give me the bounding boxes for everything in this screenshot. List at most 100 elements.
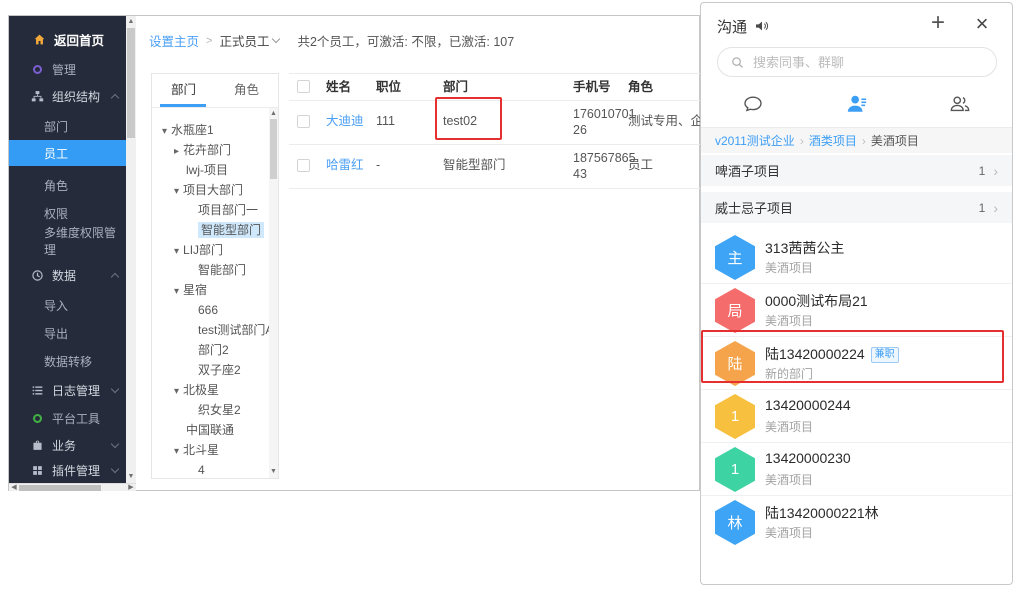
scrollbar-thumb[interactable]: [19, 485, 101, 491]
tree-node[interactable]: 666: [198, 301, 218, 319]
member-row[interactable]: 1 13420000230 美酒项目: [701, 443, 1012, 496]
sidebar-item-platform-tools[interactable]: 平台工具: [9, 405, 126, 431]
tree-node[interactable]: 部门2: [198, 341, 229, 359]
scroll-down-arrow-icon[interactable]: [269, 467, 278, 477]
table-row[interactable]: 哈雷红 - 智能型部门 18756786543 员工: [289, 144, 701, 188]
tab-department[interactable]: 部门: [152, 74, 215, 107]
sidebar-horizontal-scrollbar[interactable]: [9, 483, 136, 491]
col-header-position: 职位: [376, 74, 436, 100]
speaker-icon[interactable]: [754, 18, 770, 34]
tree-node[interactable]: 北极星: [174, 381, 219, 399]
breadcrumb-current[interactable]: 正式员工: [219, 31, 269, 50]
tree-node-selected[interactable]: 智能型部门: [198, 221, 264, 239]
scrollbar-thumb[interactable]: [270, 119, 277, 179]
sidebar-vertical-scrollbar[interactable]: [126, 16, 136, 483]
sidebar-item-home[interactable]: 返回首页: [9, 26, 126, 52]
scrollbar-thumb[interactable]: [127, 28, 135, 138]
member-dept: 美酒项目: [765, 471, 813, 488]
avatar: 主: [715, 235, 755, 280]
employee-name-link[interactable]: 大迪迪: [326, 114, 364, 128]
sidebar-item-business[interactable]: 业务: [9, 432, 126, 458]
sidebar-home-label: 返回首页: [54, 30, 104, 49]
tab-chats[interactable]: [701, 87, 805, 121]
row-checkbox[interactable]: [297, 115, 310, 128]
tree-node[interactable]: 水瓶座1: [162, 121, 214, 139]
breadcrumb-home-link[interactable]: 设置主页: [149, 31, 199, 50]
tree-node[interactable]: LIJ部门: [174, 241, 223, 259]
sidebar-item-plugin-manage[interactable]: 插件管理: [9, 457, 126, 483]
tree-node[interactable]: 4: [198, 461, 205, 478]
sidebar-item-import[interactable]: 导入: [9, 292, 126, 318]
col-header-name: 姓名: [326, 74, 374, 100]
tree-node[interactable]: 双子座2: [198, 361, 241, 379]
member-row-highlighted[interactable]: 陆 陆13420000224兼职 新的部门: [701, 337, 1012, 390]
tab-contacts-active[interactable]: [805, 87, 909, 121]
member-dept: 美酒项目: [765, 524, 813, 541]
member-row[interactable]: 林 陆13420000221林 美酒项目: [701, 496, 1012, 549]
select-all-checkbox[interactable]: [297, 80, 310, 93]
tree-node[interactable]: 项目部门一: [198, 201, 258, 219]
tree-vertical-scrollbar[interactable]: [269, 108, 278, 478]
breadcrumb: 设置主页 > 正式员工 共2个员工，可激活: 不限，已激活: 107: [149, 31, 514, 50]
sidebar-item-data[interactable]: 数据: [9, 262, 126, 288]
caret-down-icon[interactable]: [174, 286, 179, 297]
sidebar-item-multidim-permission[interactable]: 多维度权限管理: [9, 228, 126, 254]
member-name: 陆13420000224兼职: [765, 344, 899, 364]
chat-breadcrumb-link[interactable]: v2011测试企业: [715, 132, 795, 149]
table-row[interactable]: 大迪迪 111 test02 17601070126 测试专用、企业管: [289, 100, 701, 144]
caret-down-icon[interactable]: [174, 246, 179, 257]
tab-groups[interactable]: [908, 87, 1012, 121]
sidebar-item-role[interactable]: 角色: [9, 172, 126, 198]
caret-right-icon[interactable]: [174, 146, 179, 157]
close-icon[interactable]: [970, 11, 994, 37]
breadcrumb-separator: >: [206, 35, 212, 47]
member-row[interactable]: 1 13420000244 美酒项目: [701, 390, 1012, 443]
employee-name-link[interactable]: 哈雷红: [326, 158, 364, 172]
sidebar-item-department[interactable]: 部门: [9, 113, 126, 139]
chat-breadcrumb-link[interactable]: 酒类项目: [809, 132, 857, 149]
caret-down-icon[interactable]: [174, 386, 179, 397]
tree-node[interactable]: 织女星2: [198, 401, 241, 419]
caret-down-icon[interactable]: [162, 126, 167, 137]
caret-down-icon[interactable]: [174, 186, 179, 197]
sidebar-item-label: 组织结构: [52, 88, 100, 105]
member-row[interactable]: 主 313茜茜公主 美酒项目: [701, 231, 1012, 284]
scroll-up-arrow-icon[interactable]: [269, 109, 278, 119]
part-time-badge: 兼职: [871, 347, 899, 363]
grid-icon: [31, 464, 44, 477]
tree-node[interactable]: test测试部门A: [198, 321, 269, 339]
sidebar-item-data-transfer[interactable]: 数据转移: [9, 348, 126, 374]
sitemap-icon: [31, 90, 44, 103]
clock-icon: [31, 269, 44, 282]
project-row[interactable]: 啤酒子项目 1: [701, 155, 1012, 186]
tree-node[interactable]: 花卉部门: [174, 141, 231, 159]
sidebar-item-employee[interactable]: 员工: [9, 140, 126, 166]
project-row[interactable]: 威士忌子项目 1: [701, 192, 1012, 223]
scroll-down-arrow-icon[interactable]: [126, 472, 136, 482]
dropdown-caret-icon[interactable]: [272, 35, 280, 43]
tree-node[interactable]: 智能部门: [198, 261, 246, 279]
sidebar-item-manage[interactable]: 管理: [9, 56, 126, 82]
caret-down-icon[interactable]: [174, 446, 179, 457]
tree-node[interactable]: 中国联通: [174, 421, 234, 439]
scroll-right-arrow-icon[interactable]: [126, 483, 136, 493]
search-input[interactable]: [753, 55, 973, 70]
tree-node[interactable]: 项目大部门: [174, 181, 243, 199]
tab-role[interactable]: 角色: [215, 74, 278, 107]
scroll-up-arrow-icon[interactable]: [126, 17, 136, 27]
tree-node[interactable]: 星宿: [174, 281, 207, 299]
avatar: 1: [715, 394, 755, 439]
sidebar-item-permission[interactable]: 权限: [9, 200, 126, 226]
sidebar-item-export[interactable]: 导出: [9, 320, 126, 346]
ring-icon: [31, 63, 44, 76]
search-box[interactable]: [717, 47, 997, 77]
add-icon[interactable]: [926, 9, 950, 37]
row-checkbox[interactable]: [297, 159, 310, 172]
tree-node[interactable]: lwj-项目: [174, 161, 228, 179]
col-header-role: 角色: [628, 74, 708, 100]
sidebar-item-log-manage[interactable]: 日志管理: [9, 377, 126, 403]
scroll-left-arrow-icon[interactable]: [9, 483, 19, 493]
tree-node[interactable]: 北斗星: [174, 441, 219, 459]
member-row[interactable]: 局 0000测试布局21 美酒项目: [701, 284, 1012, 337]
sidebar-item-org-structure[interactable]: 组织结构: [9, 83, 126, 109]
